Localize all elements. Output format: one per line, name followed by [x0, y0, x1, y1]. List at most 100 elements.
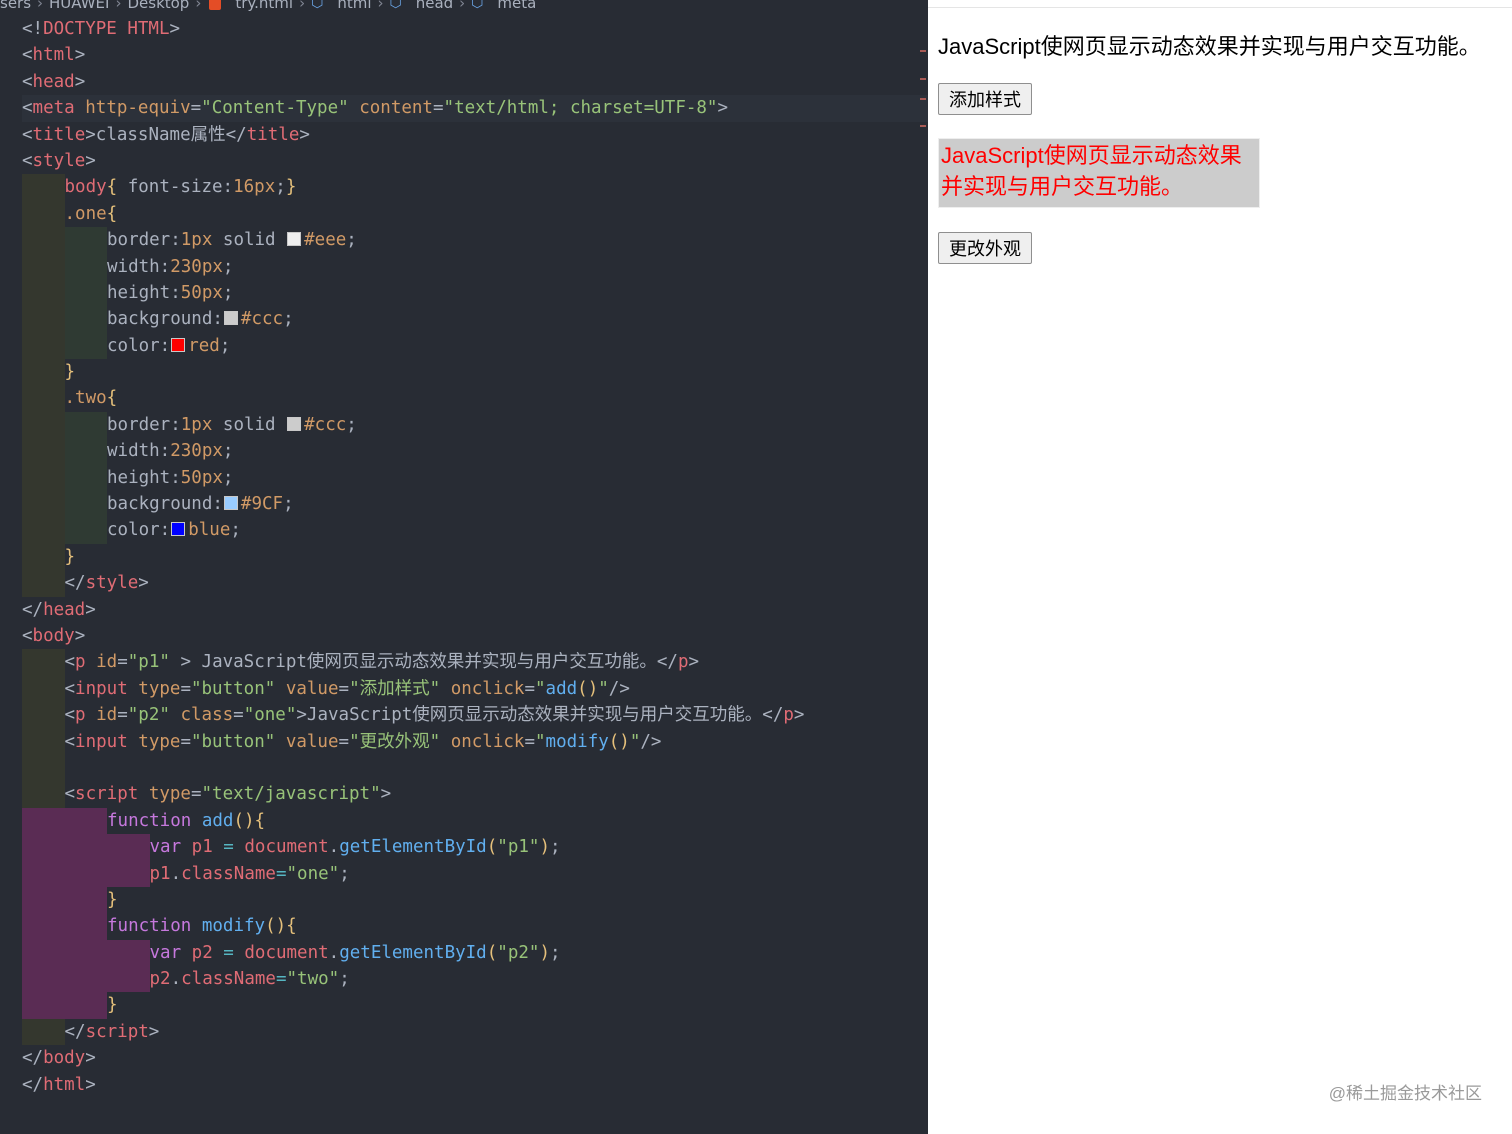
code-token: width:: [107, 256, 171, 277]
code-token: </: [22, 1048, 44, 1069]
code-token: add: [201, 810, 234, 831]
breadcrumb-separator-icon: ›: [459, 0, 466, 12]
code-text: body{ font-size:16px;}: [65, 177, 297, 197]
code-line[interactable]: <title>className属性</title>: [22, 122, 928, 148]
code-line[interactable]: <p id="p1" > JavaScript使网页显示动态效果并实现与用户交互…: [22, 649, 928, 676]
code-token: </: [22, 599, 44, 620]
breadcrumb-item-html[interactable]: html: [337, 0, 371, 12]
breadcrumb-item-head[interactable]: head: [416, 0, 453, 12]
code-line[interactable]: <style>: [22, 148, 928, 174]
code-token: ;: [339, 969, 350, 990]
change-appearance-button[interactable]: 更改外观: [938, 232, 1032, 264]
code-text: </head>: [22, 600, 96, 620]
code-token: var: [149, 942, 182, 963]
code-area[interactable]: <!DOCTYPE HTML> <html> <head> <meta http-eq…: [22, 16, 928, 1098]
code-line[interactable]: background: #9CF;: [22, 491, 928, 518]
code-token: font-size:: [117, 177, 234, 198]
code-token: >: [74, 45, 86, 66]
code-line[interactable]: </html>: [22, 1072, 928, 1098]
code-line[interactable]: <input type="button" value="更改外观" onclic…: [22, 728, 928, 755]
add-style-button[interactable]: 添加样式: [938, 83, 1032, 115]
code-text: }: [65, 547, 76, 567]
color-swatch-icon[interactable]: [223, 311, 238, 326]
code-token: p2: [191, 942, 213, 963]
code-line[interactable]: .one{: [22, 200, 928, 228]
code-line[interactable]: background: #ccc;: [22, 306, 928, 333]
code-token: > JavaScript使网页显示动态效果并实现与用户交互功能。: [169, 652, 657, 673]
code-line[interactable]: }: [22, 359, 928, 386]
code-line[interactable]: [22, 754, 928, 782]
color-swatch-icon[interactable]: [171, 337, 186, 352]
code-line[interactable]: .two{: [22, 385, 928, 412]
code-token: <: [64, 652, 76, 673]
code-text: <!DOCTYPE HTML>: [22, 19, 180, 39]
code-line[interactable]: }: [22, 992, 928, 1019]
code-editor[interactable]: sers › HUAWEI › Desktop › try.html › ⬡ h…: [0, 0, 928, 1134]
code-line[interactable]: function add(){: [22, 807, 928, 835]
code-line[interactable]: </body>: [22, 1045, 928, 1071]
code-line[interactable]: </script>: [22, 1018, 928, 1046]
code-line[interactable]: p2.className="two";: [22, 966, 928, 993]
code-line[interactable]: <html>: [22, 42, 928, 68]
code-token: p1: [149, 863, 171, 884]
code-token: className: [181, 969, 276, 990]
code-line[interactable]: body{ font-size:16px;}: [22, 174, 928, 201]
indent-guides: [22, 834, 150, 861]
code-token: p: [75, 705, 86, 726]
code-text: <input type="button" value="添加样式" onclic…: [65, 679, 630, 699]
indent-guides: [22, 728, 65, 755]
breadcrumb-item-file[interactable]: try.html: [235, 0, 293, 12]
code-line[interactable]: }: [22, 886, 928, 914]
code-line[interactable]: color: red;: [22, 332, 928, 360]
color-swatch-icon[interactable]: [287, 232, 302, 247]
code-token: body: [32, 625, 75, 646]
color-swatch-icon[interactable]: [287, 416, 302, 431]
code-token: ;: [346, 414, 357, 435]
code-token: {: [106, 203, 118, 224]
scrollbar-markers[interactable]: [918, 40, 928, 140]
code-line[interactable]: color: blue;: [22, 517, 928, 544]
breadcrumb-item-desktop[interactable]: Desktop: [127, 0, 189, 12]
code-line[interactable]: <script type="text/javascript">: [22, 781, 928, 808]
code-line[interactable]: p1.className="one";: [22, 860, 928, 887]
code-text: var p1 = document.getElementById("p1");: [150, 837, 561, 857]
breadcrumb-item-huawei[interactable]: HUAWEI: [49, 0, 109, 12]
code-line[interactable]: var p2 = document.getElementById("p2");: [22, 939, 928, 967]
code-token: color:: [107, 335, 171, 356]
code-line[interactable]: var p1 = document.getElementById("p1");: [22, 834, 928, 861]
code-line[interactable]: <meta http-equiv="Content-Type" content=…: [22, 95, 928, 122]
code-token: head: [43, 599, 86, 620]
code-line[interactable]: <body>: [22, 623, 928, 649]
code-line[interactable]: height:50px;: [22, 464, 928, 492]
color-swatch-icon[interactable]: [223, 496, 238, 511]
code-token: "two": [286, 969, 340, 990]
code-line[interactable]: width:230px;: [22, 253, 928, 280]
code-text: </style>: [65, 573, 149, 593]
breadcrumb-item-meta[interactable]: meta: [497, 0, 536, 12]
code-token: "更改外观": [349, 731, 441, 752]
code-line[interactable]: height:50px;: [22, 279, 928, 307]
code-line[interactable]: border:1px solid #ccc;: [22, 411, 928, 439]
code-token: input: [75, 731, 128, 752]
color-swatch-icon[interactable]: [171, 522, 186, 537]
code-line[interactable]: </style>: [22, 570, 928, 597]
breadcrumb-item-users[interactable]: sers: [0, 0, 31, 12]
code-line[interactable]: }: [22, 543, 928, 571]
code-token: document: [244, 942, 329, 963]
code-token: p: [677, 652, 689, 673]
code-line[interactable]: </head>: [22, 597, 928, 623]
code-line[interactable]: <!DOCTYPE HTML>: [22, 16, 928, 42]
code-line[interactable]: border:1px solid #eee;: [22, 227, 928, 254]
code-line[interactable]: <input type="button" value="添加样式" onclic…: [22, 675, 928, 703]
code-token: background:: [107, 494, 223, 515]
code-token: style: [32, 150, 86, 171]
code-token: blue: [188, 520, 231, 541]
code-line[interactable]: <head>: [22, 69, 928, 95]
code-line[interactable]: width:230px;: [22, 438, 928, 465]
code-token: html: [32, 45, 75, 66]
code-token: class: [180, 705, 234, 726]
code-line[interactable]: <p id="p2" class="one">JavaScript使网页显示动态…: [22, 702, 928, 729]
code-line[interactable]: function modify(){: [22, 913, 928, 940]
